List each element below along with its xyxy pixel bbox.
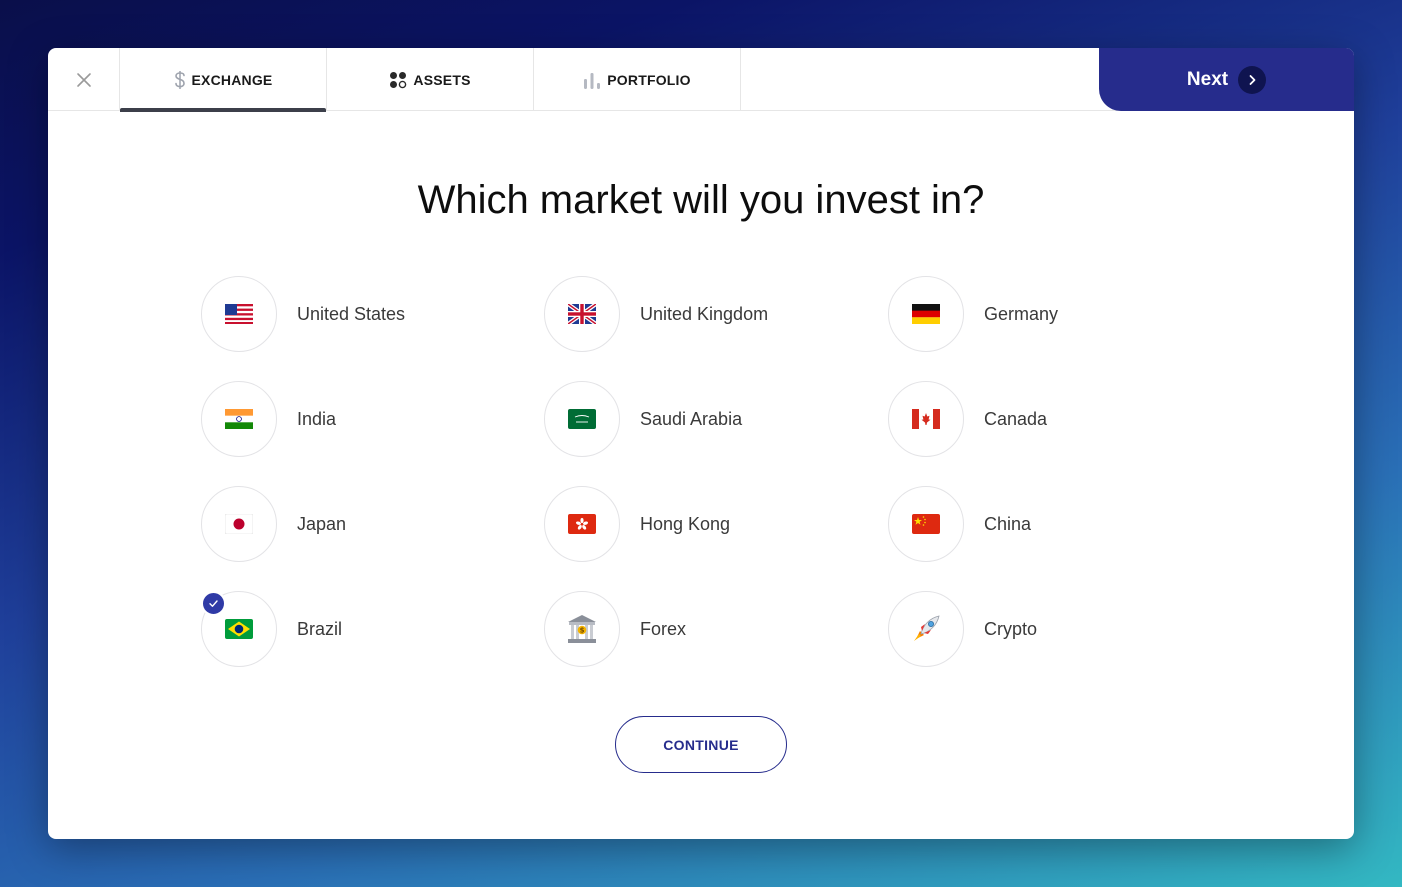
onboarding-dialog: EXCHANGE ASSETS PORTFOLIO Next Which mar… (48, 48, 1354, 839)
flag-circle (888, 486, 964, 562)
market-option-china[interactable]: China (888, 486, 1031, 562)
market-label: Saudi Arabia (640, 408, 743, 429)
germany-flag-icon (912, 304, 940, 324)
market-label: Crypto (984, 618, 1038, 639)
market-label: United States (297, 303, 406, 324)
market-option-united-states[interactable]: United States (201, 276, 405, 352)
assets-dots-icon (390, 71, 407, 88)
svg-text:$: $ (580, 627, 585, 635)
japan-flag-icon (225, 514, 253, 534)
uk-flag-icon (568, 304, 596, 324)
market-option-brazil[interactable]: Brazil (201, 591, 342, 667)
tab-label: PORTFOLIO (607, 71, 691, 88)
flag-circle (201, 486, 277, 562)
market-option-india[interactable]: India (201, 381, 336, 457)
market-option-germany[interactable]: Germany (888, 276, 1058, 352)
flag-circle (201, 276, 277, 352)
next-button[interactable]: Next (1099, 48, 1354, 111)
brazil-flag-icon (225, 619, 253, 639)
flag-circle (544, 486, 620, 562)
market-label: Canada (984, 408, 1048, 429)
market-label: Hong Kong (640, 513, 731, 534)
top-navigation-bar: EXCHANGE ASSETS PORTFOLIO Next (48, 48, 1354, 112)
china-flag-icon (912, 514, 940, 534)
india-flag-icon (225, 409, 253, 429)
tab-label: ASSETS (413, 71, 471, 88)
market-option-crypto[interactable]: Crypto (888, 591, 1037, 667)
flag-circle (888, 276, 964, 352)
market-option-forex[interactable]: $ Forex (544, 591, 686, 667)
flag-circle: $ (544, 591, 620, 667)
page-title: Which market will you invest in? (417, 178, 985, 222)
us-flag-icon (225, 304, 253, 324)
market-options-grid: United States United Kingdom Germany Ind… (201, 276, 1201, 676)
selected-check-icon (201, 591, 226, 616)
next-button-label: Next (1186, 68, 1229, 90)
market-option-canada[interactable]: Canada (888, 381, 1047, 457)
continue-button[interactable]: CONTINUE (615, 716, 787, 773)
flag-circle (888, 381, 964, 457)
tab-label: EXCHANGE (191, 71, 273, 88)
market-label: United Kingdom (640, 303, 769, 324)
saudi-arabia-flag-icon (568, 409, 596, 429)
rocket-icon (914, 615, 940, 641)
bank-icon: $ (568, 615, 596, 643)
market-label: India (297, 408, 337, 429)
canada-flag-icon (912, 409, 940, 429)
tab-portfolio[interactable]: PORTFOLIO (534, 48, 741, 111)
flag-circle (888, 591, 964, 667)
market-label: Japan (297, 513, 347, 534)
market-option-united-kingdom[interactable]: United Kingdom (544, 276, 768, 352)
flag-circle (544, 276, 620, 352)
market-option-saudi-arabia[interactable]: Saudi Arabia (544, 381, 742, 457)
close-icon (76, 72, 91, 87)
dollar-icon (174, 70, 185, 89)
flag-circle (544, 381, 620, 457)
close-button[interactable] (48, 48, 120, 111)
bar-chart-icon (584, 72, 601, 89)
tab-assets[interactable]: ASSETS (327, 48, 534, 111)
market-label: Forex (640, 618, 687, 639)
tab-exchange[interactable]: EXCHANGE (120, 48, 327, 112)
hong-kong-flag-icon (568, 514, 596, 534)
market-label: Germany (984, 303, 1059, 324)
market-label: Brazil (297, 618, 343, 639)
flag-circle (201, 591, 277, 667)
flag-circle (201, 381, 277, 457)
market-option-hong-kong[interactable]: Hong Kong (544, 486, 730, 562)
chevron-right-icon (1238, 65, 1267, 94)
market-label: China (984, 513, 1032, 534)
market-option-japan[interactable]: Japan (201, 486, 346, 562)
